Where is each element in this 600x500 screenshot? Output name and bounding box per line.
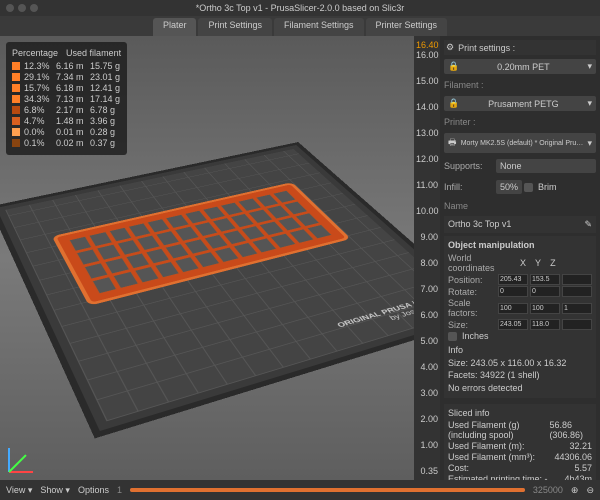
print-settings-label: Print settings : [458,43,515,53]
rot-z-input[interactable] [562,286,592,297]
info-title: Info [448,344,592,357]
show-dropdown[interactable]: Show ▾ [40,485,70,496]
right-panel: ⚙ Print settings : 🔒0.20mm PET▾ Filament … [440,36,600,480]
printer-icon: 🖶 [448,135,457,151]
tab-filament-settings[interactable]: Filament Settings [274,18,364,36]
lock-icon: 🔒 [448,61,459,72]
inches-checkbox[interactable] [448,332,457,341]
z-ruler[interactable]: 16.40 16.0015.0014.0013.0012.0011.0010.0… [414,36,440,480]
bottom-toolbar: View ▾ Show ▾ Options 1 325000 ⊕ ⊖ [0,480,600,500]
options-button[interactable]: Options [78,485,109,495]
add-icon[interactable]: ⊕ [571,485,579,496]
printer-preset-dropdown[interactable]: 🖶Morty MK2.5S (default) * Original Pru…▾ [444,133,596,153]
view-dropdown[interactable]: View ▾ [6,485,32,496]
pos-z-input[interactable] [562,274,592,285]
brim-checkbox[interactable] [524,183,533,192]
size-z-input[interactable] [562,319,592,330]
gear-icon: ⚙ [446,42,454,53]
chevron-down-icon: ▾ [587,98,592,109]
chevron-down-icon: ▾ [587,138,592,149]
tab-printer-settings[interactable]: Printer Settings [366,18,448,36]
printer-label: Printer : [444,115,596,129]
tab-print-settings[interactable]: Print Settings [198,18,272,36]
scale-x-input[interactable] [498,303,528,314]
tab-plater[interactable]: Plater [153,18,197,36]
print-preset-dropdown[interactable]: 🔒0.20mm PET▾ [444,59,596,74]
lock-icon: 🔒 [448,98,459,109]
3d-viewport[interactable]: PercentageUsed filament 12.3%6.16 m15.75… [0,36,440,480]
edit-icon[interactable]: ✎ [584,219,592,230]
sliced-info-panel: Sliced info Used Filament (g) (including… [444,404,596,480]
object-list-item[interactable]: Ortho 3c Top v1 ✎ [444,216,596,233]
scale-z-input[interactable] [562,303,592,314]
size-y-input[interactable] [530,319,560,330]
filament-legend: PercentageUsed filament 12.3%6.16 m15.75… [6,42,127,155]
window-title: *Ortho 3c Top v1 - PrusaSlicer-2.0.0 bas… [196,3,404,13]
pos-y-input[interactable] [530,274,560,285]
pos-x-input[interactable] [498,274,528,285]
filament-label: Filament : [444,78,596,92]
object-manipulation-panel: Object manipulation World coordinatesX Y… [444,236,596,398]
supports-dropdown[interactable]: None [496,159,596,173]
rot-x-input[interactable] [498,286,528,297]
rot-y-input[interactable] [530,286,560,297]
chevron-down-icon: ▾ [587,61,592,72]
remove-icon[interactable]: ⊖ [586,485,594,496]
size-x-input[interactable] [498,319,528,330]
scale-y-input[interactable] [530,303,560,314]
layer-slider[interactable] [130,488,525,492]
infill-dropdown[interactable]: 50% [496,180,522,194]
tab-bar: Plater Print Settings Filament Settings … [0,16,600,36]
filament-preset-dropdown[interactable]: 🔒Prusament PETG▾ [444,96,596,111]
